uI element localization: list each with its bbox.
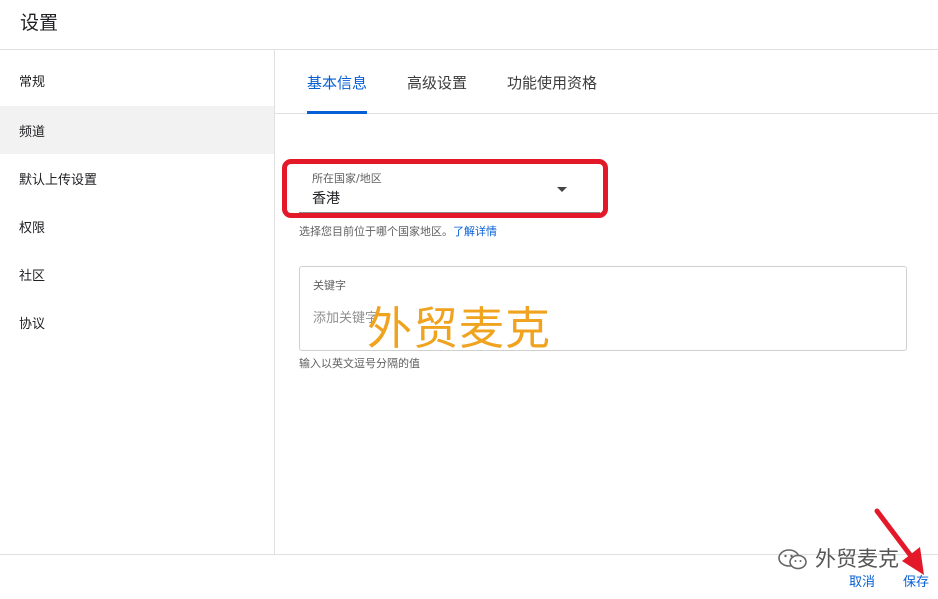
cancel-button[interactable]: 取消 — [849, 571, 875, 590]
keywords-label: 关键字 — [313, 279, 346, 292]
sidebar-item-community[interactable]: 社区 — [0, 250, 274, 298]
country-select[interactable]: 所在国家/地区 香港 — [299, 165, 600, 213]
sidebar-item-agreements[interactable]: 协议 — [0, 298, 274, 346]
dropdown-arrow-icon — [557, 187, 567, 192]
keywords-hint: 输入以英文逗号分隔的值 — [299, 357, 420, 370]
tab-advanced-settings[interactable]: 高级设置 — [407, 50, 467, 114]
settings-sidebar: 常规 频道 默认上传设置 权限 社区 协议 — [0, 50, 275, 554]
page-header: 设置 — [0, 0, 938, 50]
sidebar-item-general[interactable]: 常规 — [0, 56, 274, 104]
learn-more-link[interactable]: 了解详情 — [453, 225, 497, 238]
page-title: 设置 — [20, 12, 59, 34]
country-helper-description: 选择您目前位于哪个国家地区。 — [299, 225, 453, 238]
sidebar-item-channel[interactable]: 频道 — [0, 106, 274, 154]
country-select-value: 香港 — [312, 191, 340, 207]
wechat-icon — [778, 549, 807, 570]
sidebar-item-permissions[interactable]: 权限 — [0, 202, 274, 250]
keywords-input[interactable] — [313, 307, 873, 329]
tab-basic-info[interactable]: 基本信息 — [307, 50, 368, 114]
save-button[interactable]: 保存 — [903, 571, 929, 590]
country-select-label: 所在国家/地区 — [312, 172, 382, 185]
channel-tabs: 基本信息 高级设置 功能使用资格 — [275, 50, 938, 114]
tab-feature-eligibility[interactable]: 功能使用资格 — [507, 50, 597, 114]
country-helper-text: 选择您目前位于哪个国家地区。了解详情 — [299, 223, 497, 239]
keywords-field[interactable]: 关键字 — [299, 266, 907, 351]
sidebar-item-upload-defaults[interactable]: 默认上传设置 — [0, 154, 274, 202]
